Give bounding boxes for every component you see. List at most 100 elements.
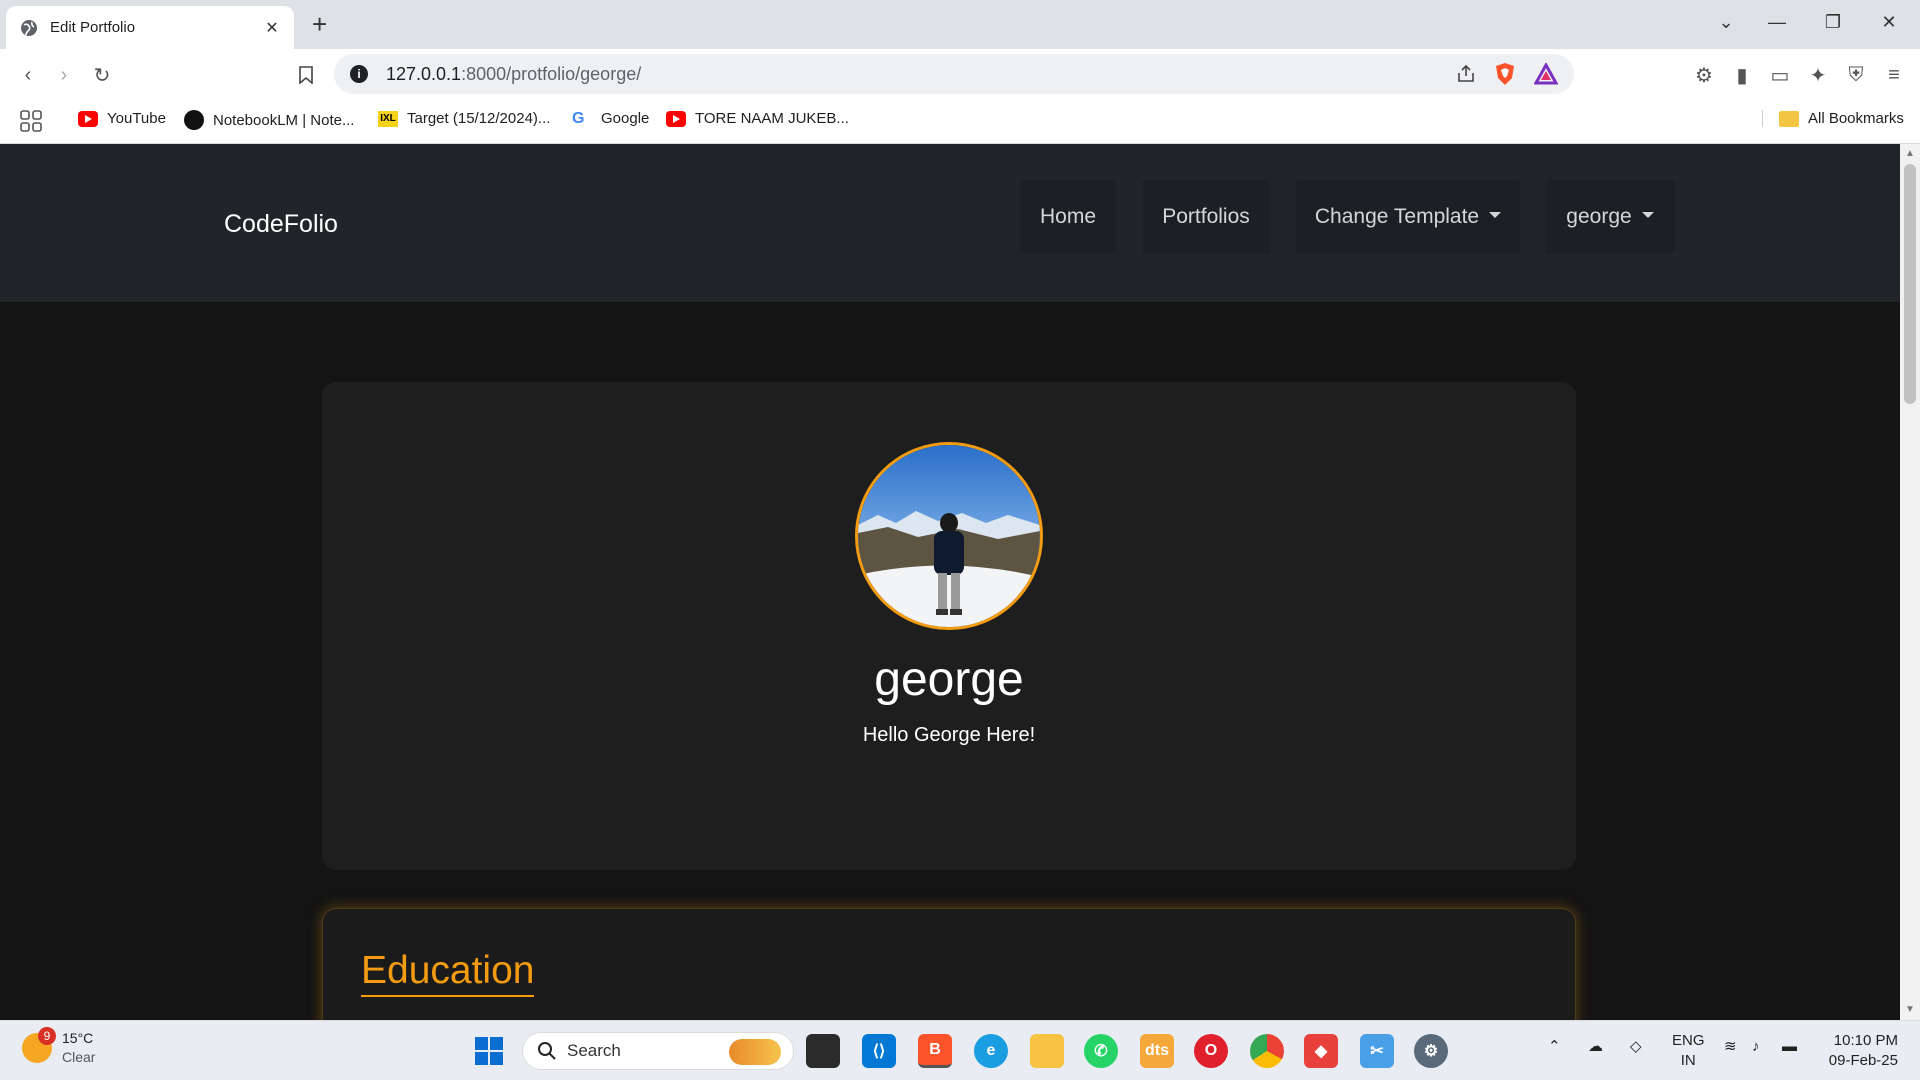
- bookmark-google[interactable]: G Google: [572, 110, 649, 127]
- weather-moon-icon: 9: [22, 1027, 56, 1063]
- snipping-tool-icon[interactable]: ✂: [1360, 1034, 1394, 1068]
- nav-label: Portfolios: [1162, 205, 1250, 228]
- browser-tab-strip: Edit Portfolio ✕ + ⌄ — ❐ ✕: [0, 0, 1920, 49]
- bookmark-label: Google: [601, 110, 650, 127]
- nav-label: Home: [1039, 205, 1097, 228]
- bookmark-youtube[interactable]: YouTube: [78, 110, 166, 127]
- weather-condition: Clear: [62, 1049, 96, 1065]
- battery-icon[interactable]: ▬: [1782, 1037, 1797, 1057]
- nav-user-dropdown[interactable]: george: [1545, 180, 1675, 254]
- address-bar[interactable]: i 127.0.0.1:8000/protfolio/george/: [334, 54, 1574, 94]
- weather-widget[interactable]: 9 15°C Clear: [22, 1027, 96, 1067]
- bookmark-icon[interactable]: [292, 61, 320, 89]
- clock-time: 10:10 PM: [1833, 1032, 1898, 1049]
- profile-name: george: [874, 653, 1024, 706]
- url-text[interactable]: 127.0.0.1:8000/protfolio/george/: [386, 64, 1456, 85]
- google-icon: G: [572, 109, 585, 127]
- opera-icon[interactable]: O: [1194, 1034, 1228, 1068]
- all-bookmarks-button[interactable]: All Bookmarks: [1762, 110, 1904, 127]
- restore-button[interactable]: ❐: [1818, 12, 1848, 33]
- close-tab-icon[interactable]: ✕: [262, 18, 282, 38]
- nav-change-template-dropdown[interactable]: Change Template: [1296, 180, 1520, 254]
- new-tab-button[interactable]: +: [312, 10, 327, 38]
- bookmarks-bar: YouTube NotebookLM | Note... IXL Target …: [0, 100, 1920, 144]
- browser-tab[interactable]: Edit Portfolio ✕: [6, 6, 294, 49]
- bookmark-notebooklm[interactable]: NotebookLM | Note...: [184, 110, 354, 130]
- settings-gear-icon[interactable]: ⚙: [1414, 1034, 1448, 1068]
- leo-ai-icon[interactable]: ✦: [1804, 61, 1832, 89]
- back-icon[interactable]: ‹: [14, 61, 42, 89]
- onedrive-icon[interactable]: ☁: [1588, 1037, 1603, 1057]
- reload-icon[interactable]: ↻: [88, 61, 116, 89]
- search-placeholder: Search: [567, 1041, 621, 1060]
- scroll-thumb[interactable]: [1904, 164, 1916, 404]
- bookmark-target[interactable]: IXL Target (15/12/2024)...: [378, 110, 550, 127]
- folder-icon: [1779, 110, 1799, 127]
- brave-shields-icon[interactable]: [1494, 62, 1516, 86]
- taskbar-search[interactable]: Search: [522, 1032, 794, 1070]
- url-path: :8000/protfolio/george/: [461, 63, 642, 84]
- chrome-icon[interactable]: [1250, 1034, 1284, 1068]
- site-info-icon[interactable]: i: [350, 65, 368, 83]
- nav-home[interactable]: Home: [1020, 180, 1116, 254]
- forward-icon[interactable]: ›: [50, 61, 78, 89]
- menu-icon[interactable]: ≡: [1880, 61, 1908, 89]
- globe-icon: [21, 19, 37, 36]
- windows-taskbar: 9 15°C Clear Search ⟨⟩ B e ✆ dts O ◆ ✂ ⚙…: [0, 1020, 1920, 1080]
- share-icon[interactable]: [1456, 64, 1476, 84]
- browser-toolbar: ‹ › ↻ i 127.0.0.1:8000/protfolio/george/…: [0, 49, 1920, 100]
- education-heading: Education: [361, 949, 535, 997]
- weather-badge: 9: [38, 1027, 56, 1045]
- weather-temp: 15°C: [62, 1030, 94, 1046]
- nav-label: Change Template: [1314, 205, 1480, 228]
- dts-audio-icon[interactable]: dts: [1140, 1034, 1174, 1068]
- all-bookmarks-label: All Bookmarks: [1808, 110, 1904, 127]
- extensions-icon[interactable]: ⚙: [1690, 61, 1718, 89]
- bookmark-tore-naam[interactable]: TORE NAAM JUKEB...: [666, 110, 849, 127]
- caret-down-icon: [1641, 212, 1654, 218]
- brave-browser-icon[interactable]: B: [918, 1034, 952, 1068]
- url-host: 127.0.0.1: [386, 63, 462, 84]
- education-section: Education: [322, 908, 1576, 1020]
- volume-icon[interactable]: ♪: [1752, 1037, 1760, 1057]
- site-navbar: CodeFolio Home Portfolios Change Templat…: [0, 144, 1900, 302]
- anydesk-icon[interactable]: ◆: [1304, 1034, 1338, 1068]
- dropbox-icon[interactable]: ◇: [1630, 1037, 1642, 1057]
- bookmark-label: Target (15/12/2024)...: [407, 110, 551, 127]
- minimize-button[interactable]: —: [1762, 12, 1792, 33]
- clock-date: 09-Feb-25: [1828, 1052, 1898, 1069]
- scroll-down-icon[interactable]: ▼: [1905, 1004, 1915, 1015]
- youtube-icon: [666, 110, 686, 127]
- caret-down-icon: [1489, 212, 1502, 218]
- brave-rewards-icon[interactable]: [1534, 63, 1558, 85]
- file-explorer-icon[interactable]: [1030, 1034, 1064, 1068]
- page-viewport: CodeFolio Home Portfolios Change Templat…: [0, 144, 1900, 1020]
- nav-label: george: [1566, 205, 1632, 228]
- show-hidden-icons-icon[interactable]: ⌃: [1548, 1037, 1561, 1057]
- language-indicator[interactable]: ENG IN: [1672, 1031, 1705, 1071]
- tab-title: Edit Portfolio: [50, 19, 136, 36]
- brand-logo[interactable]: CodeFolio: [224, 210, 338, 239]
- scroll-up-icon[interactable]: ▲: [1905, 148, 1915, 159]
- start-button[interactable]: [472, 1034, 506, 1068]
- whatsapp-icon[interactable]: ✆: [1084, 1034, 1118, 1068]
- close-window-button[interactable]: ✕: [1874, 12, 1904, 33]
- sidebar-icon[interactable]: ▮: [1728, 61, 1756, 89]
- nav-portfolios[interactable]: Portfolios: [1142, 180, 1270, 254]
- profile-card: george Hello George Here!: [322, 382, 1576, 870]
- profile-avatar: [855, 442, 1043, 630]
- region-code: IN: [1680, 1052, 1696, 1069]
- ixl-icon: IXL: [378, 110, 398, 127]
- task-view-icon[interactable]: [806, 1034, 840, 1068]
- vpn-icon[interactable]: ⛨: [1842, 61, 1870, 89]
- bookmark-label: NotebookLM | Note...: [213, 111, 355, 129]
- clock[interactable]: 10:10 PM 09-Feb-25: [1822, 1031, 1898, 1071]
- pizza-doodle-icon: [729, 1039, 781, 1065]
- vscode-icon[interactable]: ⟨⟩: [862, 1034, 896, 1068]
- page-scrollbar[interactable]: ▲ ▼: [1900, 144, 1920, 1020]
- wallet-icon[interactable]: ▭: [1766, 61, 1794, 89]
- apps-grid-icon[interactable]: [20, 110, 42, 132]
- edge-icon[interactable]: e: [974, 1034, 1008, 1068]
- tab-search-chevron-icon[interactable]: ⌄: [1711, 12, 1741, 33]
- wifi-icon[interactable]: ≋: [1724, 1037, 1737, 1057]
